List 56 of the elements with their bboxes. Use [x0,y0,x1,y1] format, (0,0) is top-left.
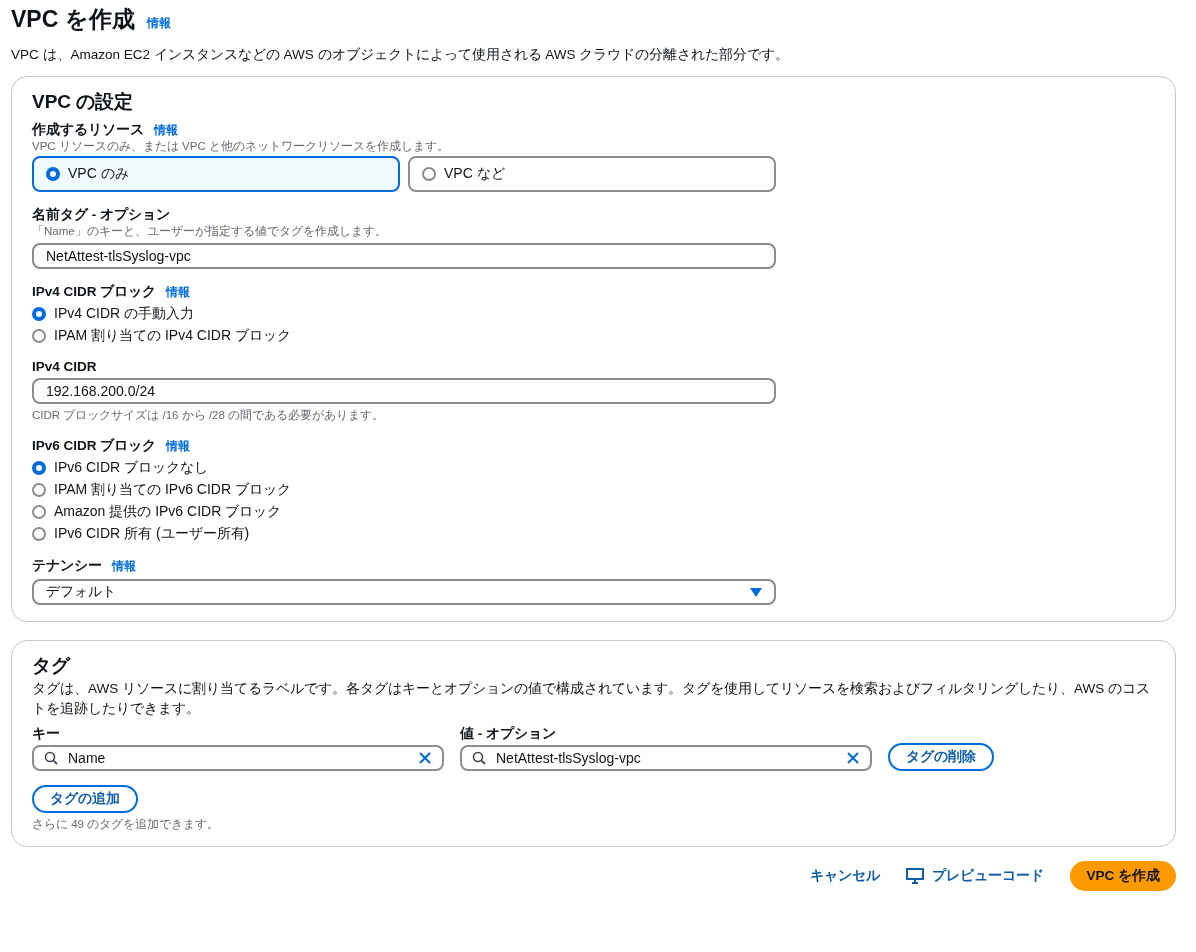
page-description: VPC は、Amazon EC2 インスタンスなどの AWS のオブジェクトによって使用される AWS クラウドの分離された部分です。 [11,46,791,64]
cidr-input[interactable]: 192.168.200.0/24 [32,378,776,404]
preview-code-link[interactable]: プレビューコード [906,867,1045,885]
radio-label[interactable]: IPv6 CIDR 所有 (ユーザー所有) [54,524,250,543]
create-vpc-button[interactable]: VPC を作成 [1070,861,1176,891]
info-link[interactable]: 情報 [146,15,171,32]
info-link[interactable]: 情報 [112,558,136,575]
tags-hint: さらに 49 のタグを追加できます。 [32,817,221,832]
info-link[interactable]: 情報 [166,284,191,301]
tag-value-input[interactable]: NetAttest-tlsSyslog-vpc [460,745,872,771]
section-title: タグ [32,654,72,678]
search-icon [44,751,58,765]
tag-key-input[interactable]: Name [32,745,444,771]
radio-button[interactable] [32,306,46,321]
resource-option[interactable]: VPC など [408,156,776,192]
radio-button[interactable] [32,526,46,541]
search-icon [472,751,486,765]
field-label: テナンシー [32,557,102,575]
field-label: IPv4 CIDR [32,359,98,374]
option-label: VPC のみ [68,165,129,183]
radio-label[interactable]: IPAM 割り当ての IPv4 CIDR ブロック [54,326,291,345]
radio-button[interactable] [32,328,46,343]
radio-button[interactable] [46,167,60,181]
field-label: 値 - オプション [460,725,557,743]
section-title: VPC の設定 [32,90,135,114]
field-label: キー [32,725,61,743]
radio-button[interactable] [32,482,46,497]
page-title: VPC を作成 [11,5,135,34]
tenancy-select[interactable]: デフォルト [32,579,776,605]
name-tag-input[interactable]: NetAttest-tlsSyslog-vpc [32,243,776,269]
radio-label[interactable]: IPAM 割り当ての IPv6 CIDR ブロック [54,480,291,499]
radio-label[interactable]: Amazon 提供の IPv6 CIDR ブロック [54,502,282,521]
info-link[interactable]: 情報 [154,122,178,139]
section-description: タグは、AWS リソースに割り当てるラベルです。各タグはキーとオプションの値で構成されています。タグを使用してリソースを検索およびフィルタリングしたり、AWS のコストを追跡したりできます。 [32,680,1151,718]
field-hint: VPC リソースのみ、または VPC と他のネットワークリソースを作成します。 [32,139,450,154]
radio-label[interactable]: IPv6 CIDR ブロックなし [54,458,208,477]
radio-button[interactable] [422,167,436,181]
radio-button[interactable] [32,504,46,519]
radio-label[interactable]: IPv4 CIDR の手動入力 [54,304,194,323]
cancel-link[interactable]: キャンセル [810,867,881,885]
field-label: IPv6 CIDR ブロック [32,437,157,455]
caret-icon [750,587,762,597]
add-tag-button[interactable]: タグの追加 [32,785,138,813]
field-label: 作成するリソース [32,121,144,139]
field-label: IPv4 CIDR ブロック [32,283,157,301]
option-label: VPC など [444,165,505,183]
radio-button[interactable] [32,460,46,475]
remove-tag-button[interactable]: タグの削除 [888,743,994,771]
monitor-icon [906,868,925,884]
field-hint: CIDR ブロックサイズは /16 から /28 の間である必要があります。 [32,408,386,423]
resource-option[interactable]: VPC のみ [32,156,400,192]
field-label: 名前タグ - オプション [32,206,171,224]
info-link[interactable]: 情報 [166,438,191,455]
clear-icon[interactable] [418,751,432,765]
clear-icon[interactable] [846,751,860,765]
field-hint: 「Name」のキーと、ユーザーが指定する値でタグを作成します。 [32,224,388,239]
